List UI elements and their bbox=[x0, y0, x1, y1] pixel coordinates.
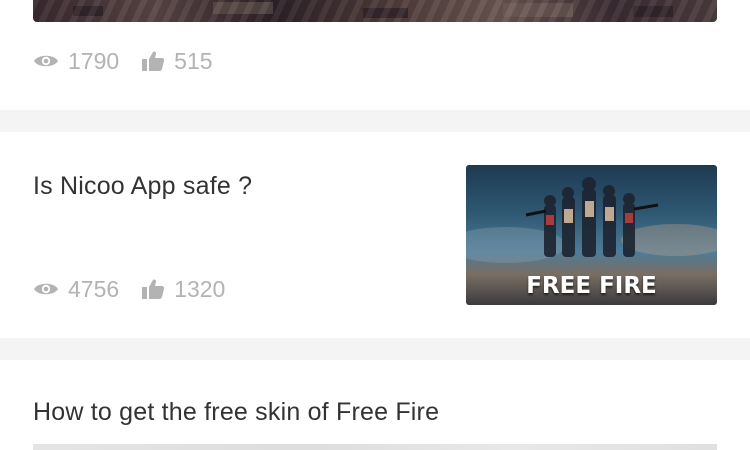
article-thumbnail-edge bbox=[33, 444, 717, 450]
card-divider bbox=[0, 110, 750, 132]
article-stats: 4756 1320 bbox=[33, 274, 225, 304]
article-thumbnail[interactable]: FREE FIRE bbox=[466, 165, 717, 305]
like-count: 515 bbox=[174, 47, 213, 74]
view-count: 1790 bbox=[68, 47, 120, 74]
like-count: 1320 bbox=[174, 275, 226, 302]
eye-icon bbox=[33, 280, 59, 298]
article-title[interactable]: Is Nicoo App safe ? bbox=[33, 172, 252, 201]
eye-icon bbox=[33, 52, 59, 70]
thumbs-up-icon[interactable] bbox=[141, 50, 165, 72]
thumbs-up-icon[interactable] bbox=[141, 278, 165, 300]
view-count: 4756 bbox=[68, 275, 120, 302]
article-feed: 1790 515 Is Nicoo App safe ? 4756 1320 F… bbox=[0, 0, 750, 450]
thumbnail-logo-text: FREE FIRE bbox=[526, 273, 657, 299]
card-divider bbox=[0, 338, 750, 360]
article-title[interactable]: How to get the free skin of Free Fire bbox=[33, 398, 439, 427]
article-stats: 1790 515 bbox=[33, 46, 213, 76]
article-thumbnail[interactable] bbox=[33, 0, 717, 22]
